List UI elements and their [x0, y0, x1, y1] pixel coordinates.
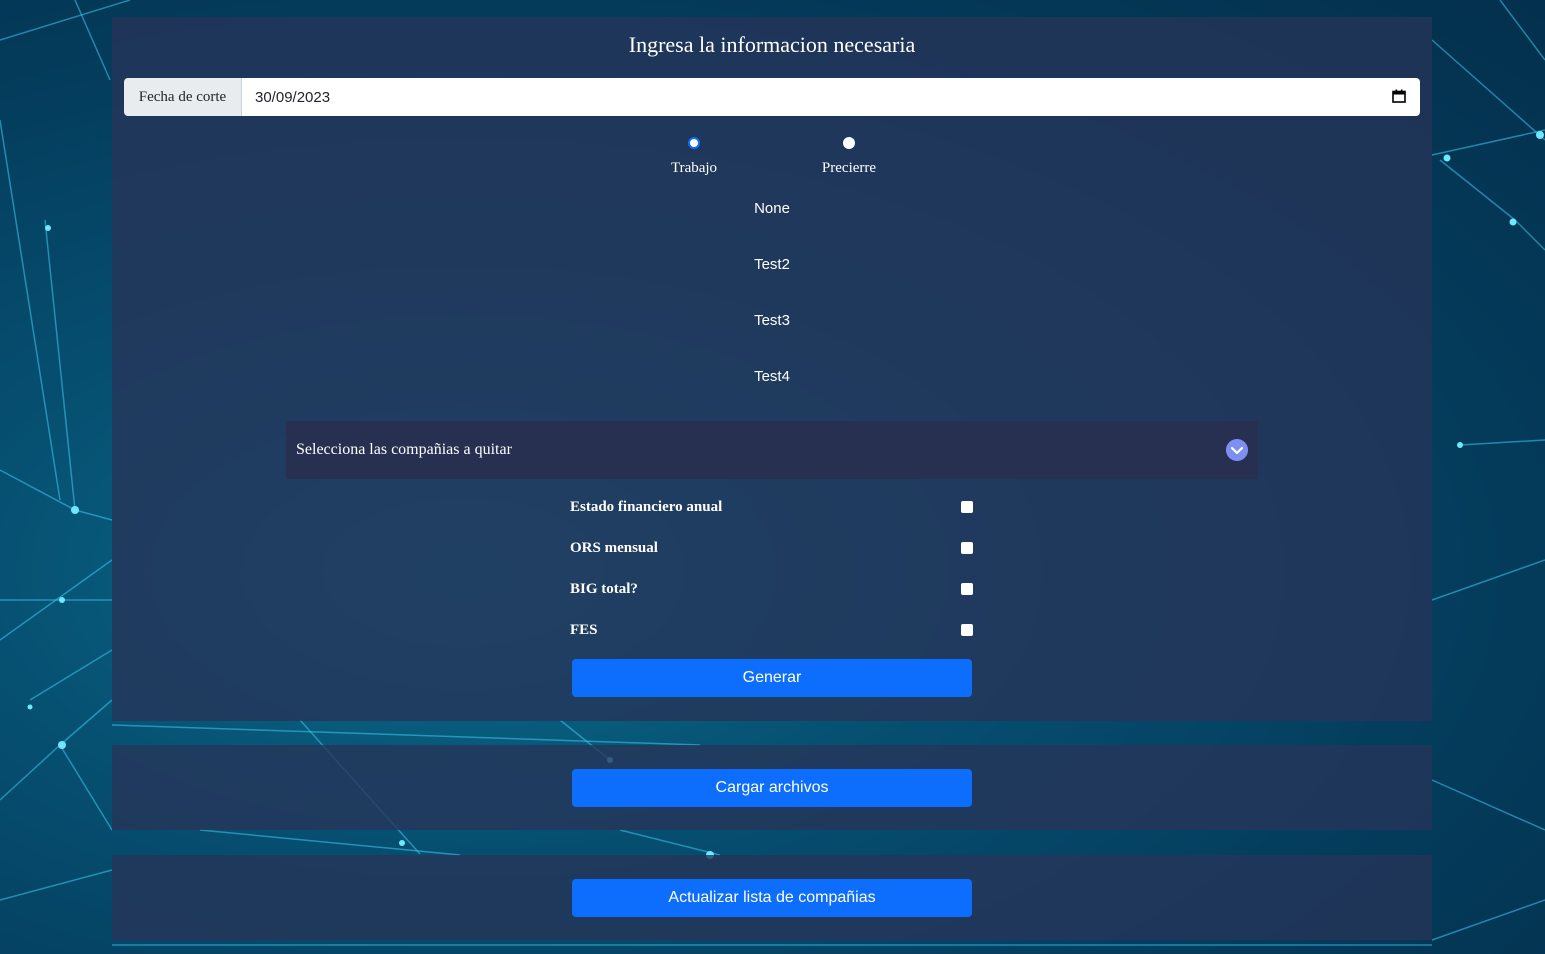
- date-input-group: Fecha de corte 30/09/2023: [124, 78, 1420, 116]
- companies-accordion[interactable]: Selecciona las compañias a quitar: [286, 421, 1258, 479]
- date-value: 30/09/2023: [255, 88, 331, 106]
- upload-files-button[interactable]: Cargar archivos: [572, 769, 972, 807]
- upload-panel: Cargar archivos: [112, 745, 1432, 830]
- radio-label-trabajo: Trabajo: [670, 160, 718, 176]
- list-item: Test2: [754, 256, 790, 273]
- list-item: Test4: [754, 368, 790, 385]
- checkbox-big-total[interactable]: [961, 583, 973, 595]
- form-panel: Ingresa la informacion necesaria Fecha d…: [112, 17, 1432, 721]
- checkbox-label-estado-financiero: Estado financiero anual: [570, 499, 723, 515]
- update-panel: Actualizar lista de compañias: [112, 855, 1432, 940]
- radio-precierre[interactable]: [843, 137, 855, 149]
- date-label: Fecha de corte: [124, 78, 242, 116]
- checkbox-label-ors-mensual: ORS mensual: [570, 540, 658, 556]
- checkbox-ors-mensual[interactable]: [961, 542, 973, 554]
- checkbox-fes[interactable]: [961, 624, 973, 636]
- checkbox-estado-financiero[interactable]: [961, 501, 973, 513]
- calendar-icon[interactable]: [1392, 89, 1406, 103]
- form-title: Ingresa la informacion necesaria: [628, 32, 916, 57]
- checkbox-label-fes: FES: [570, 622, 598, 638]
- radio-label-precierre: Precierre: [821, 160, 877, 176]
- list-item: Test3: [754, 312, 790, 329]
- radio-trabajo[interactable]: [688, 137, 700, 149]
- chevron-down-icon[interactable]: [1226, 439, 1248, 461]
- list-item: None: [754, 200, 790, 217]
- checkbox-label-big-total: BIG total?: [570, 581, 638, 597]
- date-input[interactable]: 30/09/2023: [242, 78, 1420, 116]
- update-companies-button[interactable]: Actualizar lista de compañias: [572, 879, 972, 917]
- accordion-label: Selecciona las compañias a quitar: [296, 441, 512, 458]
- generate-button[interactable]: Generar: [572, 659, 972, 697]
